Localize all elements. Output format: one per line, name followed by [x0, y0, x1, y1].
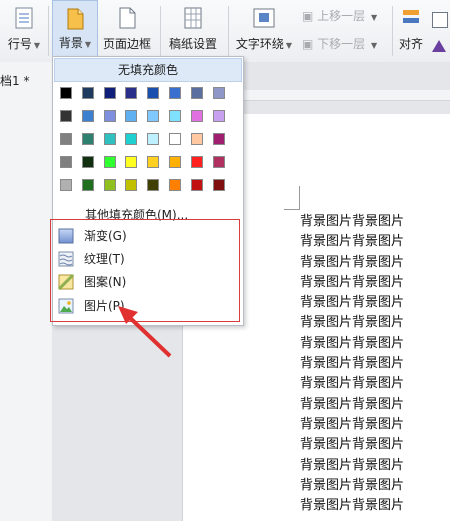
color-swatch[interactable]: [81, 156, 94, 168]
document-text: 背景图片背景图片 背景图片背景图片 背景图片背景图片 背景图片背景图片 背景图片背景图片…: [300, 212, 450, 516]
color-swatch[interactable]: [147, 179, 160, 191]
align-button[interactable]: 对齐: [394, 0, 428, 60]
background-button[interactable]: 背景 ▼: [52, 0, 98, 60]
text-line: 背景图片背景图片: [300, 477, 405, 493]
text-line: 背景图片背景图片: [300, 498, 405, 514]
color-swatch[interactable]: [103, 179, 116, 191]
color-swatch[interactable]: [169, 110, 181, 122]
document-tab[interactable]: 档1 *: [0, 72, 29, 89]
color-swatch[interactable]: [103, 110, 116, 122]
text-wrap-button[interactable]: 文字环绕 ▼: [232, 0, 296, 60]
color-swatch[interactable]: [60, 179, 72, 191]
color-swatch[interactable]: [125, 179, 138, 191]
paper-setting-label: 稿纸设置: [168, 37, 217, 51]
color-swatch[interactable]: [190, 87, 203, 99]
color-swatch[interactable]: [60, 156, 72, 168]
text-line: 背景图片背景图片: [300, 295, 405, 311]
text-line: 背景图片背景图片: [300, 274, 405, 290]
page-border-icon: [119, 7, 136, 29]
page-border-button[interactable]: 页面边框: [98, 0, 156, 60]
color-swatch[interactable]: [190, 110, 203, 122]
move-down-icon: ▣: [302, 37, 314, 51]
background-label: 背景: [58, 36, 83, 50]
text-line: 背景图片背景图片: [300, 214, 405, 229]
color-swatch[interactable]: [169, 156, 181, 168]
color-swatch[interactable]: [125, 133, 138, 145]
text-line: 背景图片背景图片: [300, 254, 405, 270]
pattern-option[interactable]: 图案(N): [58, 271, 126, 293]
text-wrap-label: 文字环绕: [235, 37, 284, 51]
color-swatch[interactable]: [60, 133, 72, 145]
texture-label: 纹理(T): [84, 252, 125, 266]
texture-icon: [58, 251, 74, 267]
color-swatch[interactable]: [147, 87, 160, 99]
gradient-label: 渐变(G): [84, 229, 127, 243]
text-line: 背景图片背景图片: [300, 396, 405, 412]
text-line: 背景图片背景图片: [300, 356, 405, 372]
color-swatch[interactable]: [81, 179, 94, 191]
color-swatch[interactable]: [212, 179, 225, 191]
rotate-icon[interactable]: [432, 12, 448, 28]
color-swatch[interactable]: [60, 87, 72, 99]
move-down-label: 下移一层: [317, 37, 366, 51]
move-down-button[interactable]: ▣ 下移一层 ▼: [302, 34, 377, 54]
color-swatch[interactable]: [81, 87, 94, 99]
picture-icon: [58, 298, 74, 314]
text-line: 背景图片背景图片: [300, 416, 405, 432]
color-swatch[interactable]: [81, 133, 94, 145]
align-icon: [403, 10, 419, 23]
color-swatch[interactable]: [169, 87, 181, 99]
color-swatch[interactable]: [212, 110, 225, 122]
paper-setting-button[interactable]: 稿纸设置: [164, 0, 222, 60]
move-up-icon: ▣: [302, 9, 314, 23]
line-number-icon: [15, 7, 33, 29]
ribbon-toolbar: 行号 ▼ 背景 ▼ 页面边框 稿纸设置 文字环绕 ▼ ▣ 上移一层 ▼ ▣ 下移一层 …: [0, 0, 450, 63]
document-tab-strip: [0, 62, 53, 521]
color-swatch[interactable]: [147, 110, 160, 122]
text-line: 背景图片背景图片: [300, 437, 405, 453]
move-up-label: 上移一层: [317, 9, 366, 23]
gradient-icon: [58, 228, 74, 244]
pattern-icon: [58, 274, 74, 290]
gradient-option[interactable]: 渐变(G): [58, 225, 127, 247]
text-line: 背景图片背景图片: [300, 315, 405, 331]
triangle-icon[interactable]: [432, 40, 446, 52]
color-swatch[interactable]: [103, 87, 116, 99]
text-line: 背景图片背景图片: [300, 457, 405, 473]
color-swatch[interactable]: [190, 156, 203, 168]
color-swatch[interactable]: [190, 179, 203, 191]
move-up-button[interactable]: ▣ 上移一层 ▼: [302, 6, 377, 26]
grid-paper-icon: [184, 7, 202, 29]
color-swatch[interactable]: [81, 110, 94, 122]
color-swatch[interactable]: [147, 133, 160, 145]
no-fill-option[interactable]: 无填充颜色: [54, 58, 242, 82]
align-label: 对齐: [398, 37, 423, 51]
text-line: 背景图片背景图片: [300, 335, 405, 351]
color-swatch[interactable]: [212, 87, 225, 99]
red-arrow-annotation: [118, 306, 172, 358]
text-wrap-icon: [253, 8, 275, 28]
color-swatch[interactable]: [125, 110, 138, 122]
color-swatch[interactable]: [125, 156, 138, 168]
line-number-label: 行号: [7, 37, 32, 51]
line-number-button[interactable]: 行号 ▼: [0, 0, 48, 60]
color-swatch[interactable]: [169, 133, 181, 145]
pattern-label: 图案(N): [84, 275, 127, 289]
color-swatch[interactable]: [212, 156, 225, 168]
color-swatch[interactable]: [103, 156, 116, 168]
text-line: 背景图片背景图片: [300, 376, 405, 392]
ruler: [240, 90, 450, 101]
color-swatch[interactable]: [169, 179, 181, 191]
color-swatch[interactable]: [60, 110, 72, 122]
color-swatch[interactable]: [103, 133, 116, 145]
color-swatch[interactable]: [190, 133, 203, 145]
color-swatch[interactable]: [125, 87, 138, 99]
color-swatch[interactable]: [212, 133, 225, 145]
page-border-label: 页面边框: [102, 37, 151, 51]
texture-option[interactable]: 纹理(T): [58, 248, 125, 270]
color-swatch[interactable]: [147, 156, 160, 168]
background-icon: [67, 8, 84, 30]
text-line: 背景图片背景图片: [300, 234, 405, 250]
margin-corner-mark: [284, 186, 300, 210]
